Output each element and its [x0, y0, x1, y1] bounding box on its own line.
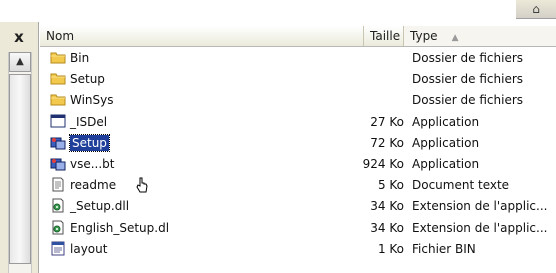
file-type: Dossier de fichiers — [412, 93, 524, 108]
column-name-header[interactable]: Nom — [40, 26, 364, 46]
file-size: 34 Ko — [370, 199, 404, 214]
file-row[interactable]: layout 1 Ko Fichier BIN — [40, 239, 556, 260]
file-name: _Setup.dll — [70, 196, 129, 217]
file-name-text: English_Setup.dl — [70, 220, 170, 235]
text-document-icon — [50, 177, 66, 192]
corner-icon[interactable]: ⌂ — [516, 0, 556, 19]
file-name-text: vse...bt — [70, 156, 115, 171]
file-name: Setup — [69, 133, 110, 154]
file-row[interactable]: readme 5 Ko Document texte — [40, 175, 556, 196]
folder-icon — [50, 71, 66, 86]
file-row[interactable]: Setup Dossier de fichiers — [40, 69, 556, 90]
file-name-text: readme — [70, 178, 117, 193]
file-row[interactable]: vse...bt 924 Ko Application — [40, 154, 556, 175]
file-name: WinSys — [70, 90, 114, 111]
file-name: English_Setup.dl — [70, 218, 169, 239]
file-type: Dossier de fichiers — [412, 51, 524, 65]
scroll-thumb[interactable] — [9, 74, 31, 264]
folder-icon — [50, 50, 66, 65]
file-name-text: _ISDel — [70, 114, 108, 129]
dll-file-icon — [50, 220, 66, 235]
dll-file-icon — [50, 198, 66, 213]
file-name-text: _Setup.dll — [70, 199, 130, 214]
file-type: Application — [412, 135, 480, 150]
file-name-text: Setup — [70, 72, 105, 87]
file-name: vse...bt — [70, 154, 115, 175]
explorer-window: ⌂ x ▲ Nom Taille Type ▲ Bin Dossier de fic… — [0, 0, 556, 273]
file-row[interactable]: _ISDel 27 Ko Application — [40, 112, 556, 133]
scroll-up-button[interactable]: ▲ — [9, 52, 31, 72]
application-window-icon — [50, 114, 66, 129]
file-list-view: Nom Taille Type ▲ Bin Dossier de fichiers S… — [40, 26, 556, 273]
file-type: Extension de l'applic... — [412, 220, 548, 235]
hand-cursor-icon — [136, 177, 148, 193]
file-size: 34 Ko — [370, 220, 404, 235]
file-name: Bin — [70, 48, 89, 69]
toolbar-strip: ⌂ — [0, 0, 556, 22]
sort-ascending-icon: ▲ — [451, 33, 459, 43]
file-row[interactable]: WinSys Dossier de fichiers — [40, 90, 556, 111]
file-size: 5 Ko — [377, 178, 404, 193]
file-name: _ISDel — [70, 112, 107, 133]
file-size: 924 Ko — [362, 156, 404, 171]
setup-application-icon — [50, 156, 66, 171]
close-button[interactable]: x — [8, 28, 30, 46]
column-header: Nom Taille Type ▲ — [40, 26, 556, 47]
file-row[interactable]: English_Setup.dl 34 Ko Extension de l'appl… — [40, 218, 556, 239]
file-rows: Bin Dossier de fichiers Setup Dossier de fi… — [40, 48, 556, 260]
file-name-text: WinSys — [70, 93, 114, 108]
file-size: 72 Ko — [370, 135, 404, 150]
file-type: Dossier de fichiers — [412, 72, 524, 87]
file-type: Extension de l'applic... — [412, 199, 548, 214]
file-type: Fichier BIN — [412, 241, 476, 256]
file-row[interactable]: Bin Dossier de fichiers — [40, 48, 556, 69]
file-name-text: Setup — [69, 133, 110, 152]
vertical-scrollbar[interactable]: ▲ — [8, 52, 32, 273]
file-type: Application — [412, 114, 480, 129]
file-size: 27 Ko — [370, 114, 404, 129]
setup-application-icon — [50, 135, 66, 150]
file-row[interactable]: Setup 72 Ko Application — [40, 133, 556, 154]
file-name: Setup — [70, 69, 105, 90]
bin-file-icon — [50, 241, 66, 256]
column-size-header[interactable]: Taille — [364, 26, 404, 46]
column-type-label: Type — [410, 29, 438, 43]
file-name-text: Bin — [70, 51, 90, 65]
file-size: 1 Ko — [377, 241, 404, 256]
file-name: readme — [70, 175, 116, 196]
file-type: Application — [412, 156, 480, 171]
left-pane: x ▲ — [0, 22, 39, 273]
folder-icon — [50, 92, 66, 107]
column-type-header[interactable]: Type ▲ — [404, 26, 556, 46]
file-name-text: layout — [70, 241, 108, 256]
file-type: Document texte — [412, 178, 510, 193]
file-name: layout — [70, 239, 107, 260]
file-row[interactable]: _Setup.dll 34 Ko Extension de l'applic... — [40, 196, 556, 217]
